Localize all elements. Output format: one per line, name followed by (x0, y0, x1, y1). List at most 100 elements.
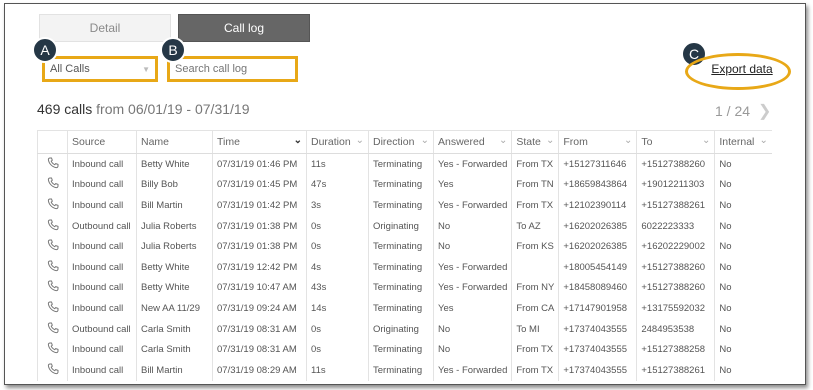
cell-answered: No (432, 339, 512, 360)
cell-internal: No (714, 153, 772, 175)
column-header-time[interactable]: Time ⌄ (212, 130, 307, 154)
cell-duration: 14s (306, 298, 369, 319)
tab-detail[interactable]: Detail (39, 14, 171, 42)
cell-direction: Terminating (368, 195, 434, 216)
table-row[interactable]: Inbound call Billy Bob 07/31/19 01:45 PM 47… (37, 174, 772, 196)
cell-source: Inbound call (67, 153, 137, 175)
cell-name: Julia Roberts (136, 215, 213, 237)
next-page-icon[interactable]: ❯ (758, 101, 771, 121)
chevron-down-icon[interactable]: ⌄ (546, 135, 554, 146)
column-header-state[interactable]: State ⌄ (511, 130, 559, 154)
tab-call-log[interactable]: Call log (178, 14, 310, 42)
table-row[interactable]: Inbound call Betty White 07/31/19 10:47 AM… (37, 277, 772, 299)
cell-name: Betty White (136, 256, 213, 278)
cell-to: +13175592032 (636, 298, 715, 319)
cell-internal: No (714, 298, 772, 319)
call-type-select[interactable]: All Calls ▼ (42, 56, 158, 82)
cell-to: +15127388260 (636, 256, 715, 278)
column-header-source[interactable]: Source (67, 130, 137, 154)
cell-time: 07/31/19 08:31 AM (212, 318, 307, 340)
cell-duration: 0s (306, 236, 369, 257)
cell-duration: 4s (306, 256, 369, 278)
chevron-down-icon[interactable]: ⌄ (702, 135, 710, 146)
cell-name: Carla Smith (136, 339, 213, 360)
table-row[interactable]: Inbound call Betty White 07/31/19 01:46 PM… (37, 153, 772, 175)
chevron-down-icon[interactable]: ⌄ (759, 135, 767, 146)
phone-in-icon (37, 256, 68, 278)
cell-internal: No (714, 236, 772, 257)
cell-time: 07/31/19 01:46 PM (212, 153, 307, 175)
cell-answered: Yes - Forwarded (432, 153, 512, 175)
column-header-from[interactable]: From ⌄ (558, 130, 637, 154)
cell-time: 07/31/19 08:29 AM (212, 359, 307, 381)
cell-to: +15127388258 (636, 339, 715, 360)
cell-time: 07/31/19 01:38 PM (212, 236, 307, 257)
cell-duration: 0s (306, 318, 369, 340)
cell-direction: Terminating (368, 153, 434, 175)
cell-name: Bill Martin (136, 195, 213, 216)
cell-answered: Yes (432, 298, 512, 319)
search-field[interactable] (167, 56, 298, 82)
cell-to: +19012211303 (636, 174, 715, 196)
chevron-down-icon[interactable]: ⌄ (421, 135, 429, 146)
column-header-direction[interactable]: Direction ⌄ (368, 130, 434, 154)
search-input[interactable] (175, 63, 290, 75)
cell-duration: 11s (306, 359, 369, 381)
table-row[interactable]: Inbound call Bill Martin 07/31/19 01:42 PM… (37, 195, 772, 216)
export-data-link[interactable]: Export data (711, 62, 772, 76)
call-log-table: Source Name Time ⌄ Duration ⌄ Direction ⌄ A… (37, 130, 772, 381)
cell-source: Inbound call (67, 298, 137, 319)
callout-badge-b: B (160, 37, 186, 63)
phone-in-icon (37, 153, 68, 175)
cell-from: +15127311646 (558, 153, 637, 175)
table-row[interactable]: Inbound call Betty White 07/31/19 12:42 PM… (37, 256, 772, 278)
cell-source: Outbound call (67, 318, 137, 340)
phone-in-icon (37, 277, 68, 299)
cell-to: +15127388260 (636, 277, 715, 299)
chevron-down-icon[interactable]: ⌄ (356, 135, 364, 146)
table-row[interactable]: Outbound call Carla Smith 07/31/19 08:31 A… (37, 318, 772, 340)
cell-state: From NY (511, 277, 559, 299)
cell-duration: 43s (306, 277, 369, 299)
chevron-down-icon[interactable]: ⌄ (499, 135, 507, 146)
cell-state (511, 256, 559, 278)
cell-state: From CA (511, 298, 559, 319)
cell-from: +16202026385 (558, 236, 637, 257)
cell-direction: Terminating (368, 359, 434, 381)
phone-in-icon (37, 174, 68, 196)
cell-to: +15127388260 (636, 153, 715, 175)
table-row[interactable]: Outbound call Julia Roberts 07/31/19 01:38… (37, 215, 772, 237)
phone-in-icon (37, 236, 68, 257)
cell-answered: Yes (432, 174, 512, 196)
table-row[interactable]: Inbound call Carla Smith 07/31/19 08:31 AM… (37, 339, 772, 360)
cell-state: To AZ (511, 215, 559, 237)
column-header-duration[interactable]: Duration ⌄ (306, 130, 369, 154)
cell-to: +15127388261 (636, 359, 715, 381)
column-header-to[interactable]: To ⌄ (636, 130, 715, 154)
cell-from: +17374043555 (558, 318, 637, 340)
cell-state: From KS (511, 236, 559, 257)
date-range: from 06/01/19 - 07/31/19 (96, 101, 250, 117)
table-row[interactable]: Inbound call Bill Martin 07/31/19 08:29 AM… (37, 359, 772, 381)
chevron-down-icon[interactable]: ⌄ (624, 135, 632, 146)
cell-answered: Yes - Forwarded (432, 359, 512, 381)
pagination: 1 / 24 ❯ (715, 101, 771, 121)
cell-direction: Originating (368, 318, 434, 340)
cell-source: Inbound call (67, 174, 137, 196)
cell-internal: No (714, 277, 772, 299)
column-header-internal[interactable]: Internal ⌄ (714, 130, 772, 154)
cell-answered: No (432, 215, 512, 237)
cell-from: +18458089460 (558, 277, 637, 299)
phone-in-icon (37, 298, 68, 319)
column-header-answered[interactable]: Answered ⌄ (432, 130, 512, 154)
sort-chevron-icon[interactable]: ⌄ (294, 135, 302, 146)
cell-source: Inbound call (67, 339, 137, 360)
table-row[interactable]: Inbound call Julia Roberts 07/31/19 01:38 … (37, 236, 772, 257)
table-row[interactable]: Inbound call New AA 11/29 07/31/19 09:24 A… (37, 298, 772, 319)
cell-direction: Terminating (368, 277, 434, 299)
column-header-name[interactable]: Name (136, 130, 213, 154)
cell-name: Betty White (136, 153, 213, 175)
cell-direction: Originating (368, 215, 434, 237)
export-highlight: Export data (685, 53, 791, 90)
cell-state: From TX (511, 153, 559, 175)
